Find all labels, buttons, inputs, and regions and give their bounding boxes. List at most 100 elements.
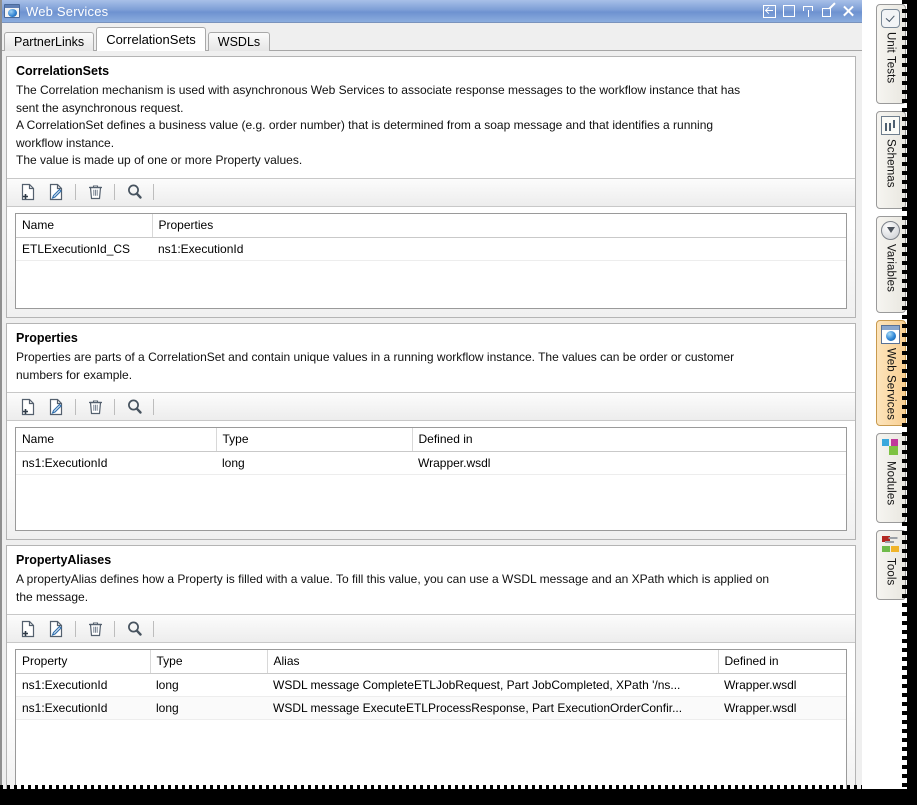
cell-defined-in: Wrapper.wsdl xyxy=(718,674,846,697)
toolbar-separator xyxy=(75,621,76,637)
sidebar-item-label: Web Services xyxy=(885,348,897,420)
correlationsets-table[interactable]: Name Properties ETLExecutionId_CS ns1:Ex… xyxy=(15,213,847,310)
window-controls xyxy=(763,5,860,18)
desc-line: workflow instance. xyxy=(16,135,846,153)
variables-icon xyxy=(881,221,900,240)
column-header-name[interactable]: Name xyxy=(16,214,152,238)
properties-toolbar xyxy=(7,392,855,421)
new-document-icon[interactable] xyxy=(15,618,41,640)
cell-type: long xyxy=(150,674,267,697)
toolbar-separator xyxy=(153,621,154,637)
toolbar-separator xyxy=(75,184,76,200)
toolbar-separator xyxy=(75,399,76,415)
table-row[interactable]: ns1:ExecutionId long WSDL message Execut… xyxy=(16,697,846,720)
toolbar-separator xyxy=(114,621,115,637)
edit-document-icon[interactable] xyxy=(43,181,69,203)
unit-tests-icon xyxy=(881,9,900,28)
restore-arrow-icon[interactable] xyxy=(822,5,835,18)
new-document-icon[interactable] xyxy=(15,396,41,418)
cell-property: ns1:ExecutionId xyxy=(16,674,150,697)
table-header-row: Name Properties xyxy=(16,214,846,238)
magnifier-icon[interactable] xyxy=(121,618,147,640)
table-header-row: Name Type Defined in xyxy=(16,428,846,452)
web-services-icon xyxy=(881,325,900,344)
edit-document-icon[interactable] xyxy=(43,618,69,640)
collapse-left-icon[interactable] xyxy=(763,5,776,18)
desc-line: numbers for example. xyxy=(16,367,846,385)
screenshot-right-edge xyxy=(907,0,917,805)
table-header-row: Property Type Alias Defined in xyxy=(16,650,846,674)
cell-name: ETLExecutionId_CS xyxy=(16,237,152,260)
main-window: Web Services PartnerLinks CorrelationSet… xyxy=(0,0,862,805)
sidebar-item-tools[interactable]: Tools xyxy=(876,530,906,600)
cell-property: ns1:ExecutionId xyxy=(16,697,150,720)
table-row[interactable]: ETLExecutionId_CS ns1:ExecutionId xyxy=(16,237,846,260)
column-header-defined-in[interactable]: Defined in xyxy=(718,650,846,674)
content-area: CorrelationSets The Correlation mechanis… xyxy=(0,51,862,805)
cell-defined-in: Wrapper.wsdl xyxy=(718,697,846,720)
magnifier-icon[interactable] xyxy=(121,181,147,203)
column-header-property[interactable]: Property xyxy=(16,650,150,674)
screenshot-bottom-edge xyxy=(0,789,917,805)
properties-description: Properties are parts of a CorrelationSet… xyxy=(7,348,855,392)
properties-table[interactable]: Name Type Defined in ns1:ExecutionId lon… xyxy=(15,427,847,531)
toolbar-separator xyxy=(153,399,154,415)
maximize-square-icon[interactable] xyxy=(783,5,795,17)
column-header-name[interactable]: Name xyxy=(16,428,216,452)
column-header-defined-in[interactable]: Defined in xyxy=(412,428,846,452)
toolbar-separator xyxy=(114,399,115,415)
sidebar-item-schemas[interactable]: Schemas xyxy=(876,111,906,209)
desc-line: A CorrelationSet defines a business valu… xyxy=(16,117,846,135)
tab-correlationsets[interactable]: CorrelationSets xyxy=(96,27,206,51)
edit-document-icon[interactable] xyxy=(43,396,69,418)
window-title: Web Services xyxy=(26,4,763,19)
cell-defined-in: Wrapper.wsdl xyxy=(412,452,846,475)
correlationsets-description: The Correlation mechanism is used with a… xyxy=(7,81,855,178)
close-x-icon[interactable] xyxy=(842,5,855,18)
propertyaliases-toolbar xyxy=(7,614,855,643)
trash-icon[interactable] xyxy=(82,181,108,203)
sidebar-item-web-services[interactable]: Web Services xyxy=(876,320,906,426)
pin-icon[interactable] xyxy=(802,5,815,18)
sidebar-item-modules[interactable]: Modules xyxy=(876,433,906,523)
new-document-icon[interactable] xyxy=(15,181,41,203)
sidebar-item-label: Schemas xyxy=(885,139,897,188)
magnifier-icon[interactable] xyxy=(121,396,147,418)
desc-line: the message. xyxy=(16,589,846,607)
cell-properties: ns1:ExecutionId xyxy=(152,237,846,260)
window-left-edge xyxy=(0,0,2,805)
sidebar-item-unit-tests[interactable]: Unit Tests xyxy=(876,4,906,104)
cell-type: long xyxy=(150,697,267,720)
table-row[interactable]: ns1:ExecutionId long Wrapper.wsdl xyxy=(16,452,846,475)
section-propertyaliases: PropertyAliases A propertyAlias defines … xyxy=(6,545,856,799)
desc-line: Properties are parts of a CorrelationSet… xyxy=(16,349,846,367)
section-properties: Properties Properties are parts of a Cor… xyxy=(6,323,856,540)
column-header-type[interactable]: Type xyxy=(216,428,412,452)
desc-line: The value is made up of one or more Prop… xyxy=(16,152,846,170)
tab-wsdls[interactable]: WSDLs xyxy=(208,32,270,51)
column-header-properties[interactable]: Properties xyxy=(152,214,846,238)
propertyaliases-description: A propertyAlias defines how a Property i… xyxy=(7,570,855,614)
web-services-panel: Web Services PartnerLinks CorrelationSet… xyxy=(0,0,917,805)
propertyaliases-heading: PropertyAliases xyxy=(7,546,855,570)
desc-line: A propertyAlias defines how a Property i… xyxy=(16,571,846,589)
trash-icon[interactable] xyxy=(82,396,108,418)
correlationsets-heading: CorrelationSets xyxy=(7,57,855,81)
sidebar-item-label: Modules xyxy=(885,461,897,505)
tabstrip: PartnerLinks CorrelationSets WSDLs xyxy=(0,23,862,51)
trash-icon[interactable] xyxy=(82,618,108,640)
propertyaliases-table[interactable]: Property Type Alias Defined in ns1:Execu… xyxy=(15,649,847,790)
table-row[interactable]: ns1:ExecutionId long WSDL message Comple… xyxy=(16,674,846,697)
window-titlebar: Web Services xyxy=(0,0,862,23)
toolbar-separator xyxy=(114,184,115,200)
desc-line: sent the asynchronous request. xyxy=(16,100,846,118)
sidebar-item-label: Variables xyxy=(885,244,897,292)
tab-partnerlinks[interactable]: PartnerLinks xyxy=(4,32,94,51)
toolbar-separator xyxy=(153,184,154,200)
correlationsets-toolbar xyxy=(7,178,855,207)
cell-alias: WSDL message ExecuteETLProcessResponse, … xyxy=(267,697,718,720)
sidebar-item-variables[interactable]: Variables xyxy=(876,216,906,313)
column-header-alias[interactable]: Alias xyxy=(267,650,718,674)
column-header-type[interactable]: Type xyxy=(150,650,267,674)
properties-heading: Properties xyxy=(7,324,855,348)
